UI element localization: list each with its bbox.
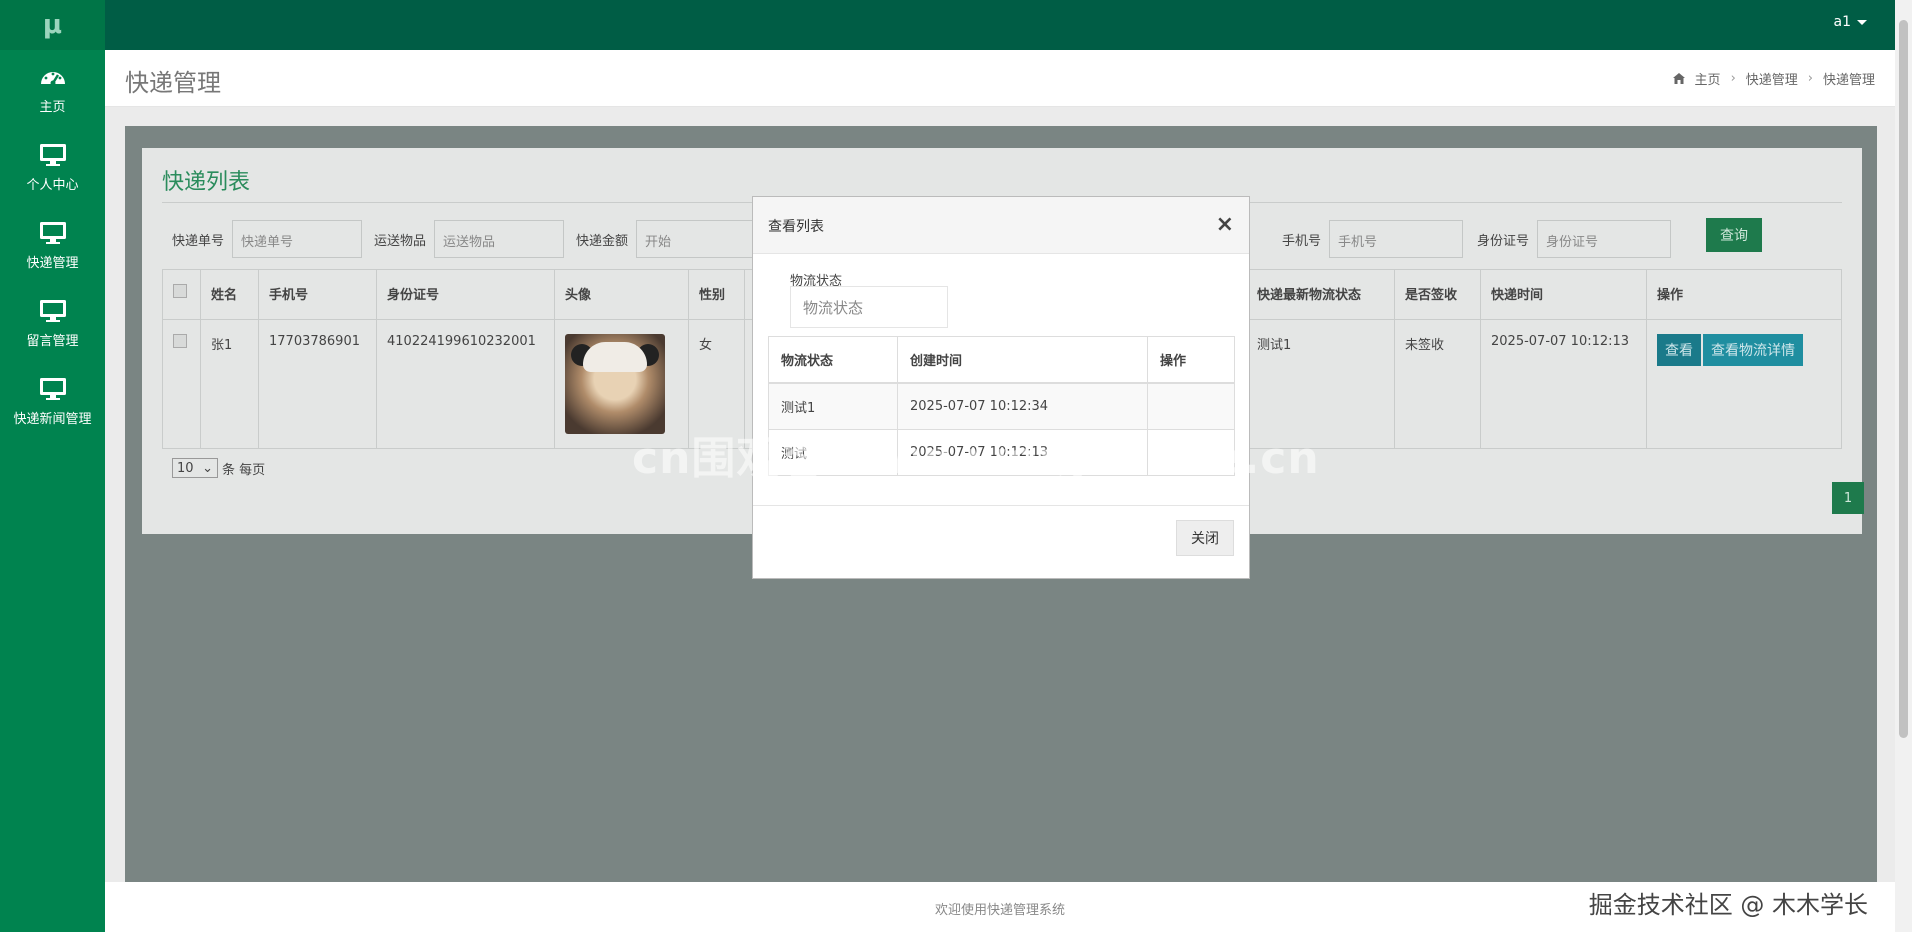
- top-bar: a1: [0, 0, 1912, 50]
- cell-phone: 17703786901: [258, 319, 377, 449]
- watermark: cn围观客www.weiguanke.cn: [632, 433, 1320, 484]
- monitor-icon: [39, 377, 66, 400]
- breadcrumb-current: 快递管理: [1822, 73, 1875, 88]
- select-all-checkbox[interactable]: [173, 284, 187, 298]
- dashboard-icon: [40, 71, 65, 85]
- modal-title: 查看列表: [768, 219, 824, 235]
- view-button[interactable]: 查看: [1657, 334, 1701, 366]
- filter-row: 快递单号 快递单号 运送物品 运送物品 快递金额 开始: [172, 220, 778, 258]
- scrollbar[interactable]: [1895, 0, 1912, 932]
- sidebar-item-home[interactable]: 主页: [0, 50, 105, 128]
- filter-row-right: 手机号 手机号 身份证号 身份证号: [1282, 220, 1685, 258]
- column-header: 物流状态: [768, 336, 898, 384]
- column-header: 身份证号: [376, 269, 555, 320]
- page-size-select[interactable]: 10 ⌄: [172, 458, 218, 478]
- column-header: 操作: [1147, 336, 1235, 384]
- goods-input[interactable]: 运送物品: [434, 220, 565, 258]
- breadcrumb: 主页 › 快递管理 › 快递管理: [1672, 69, 1875, 88]
- avatar: [565, 334, 665, 434]
- close-button[interactable]: 关闭: [1176, 520, 1234, 556]
- column-header: 快递最新物流状态: [1246, 269, 1395, 320]
- page-size-suffix: 条 每页: [222, 462, 266, 478]
- column-header: 快递时间: [1480, 269, 1647, 320]
- scrollbar-thumb[interactable]: [1899, 20, 1908, 738]
- panel-title: 快递列表: [162, 170, 251, 195]
- view-logistics-button[interactable]: 查看物流详情: [1703, 334, 1803, 366]
- id-card-input[interactable]: 身份证号: [1537, 220, 1672, 258]
- user-menu[interactable]: a1: [1833, 14, 1867, 30]
- caret-down-icon: [1857, 19, 1867, 25]
- search-button[interactable]: 查询: [1706, 218, 1762, 252]
- modal-header: 查看列表 ×: [753, 197, 1249, 254]
- view-list-modal: 查看列表 × 物流状态 物流状态 物流状态 创建时间 操作 测试1 2025-0…: [752, 196, 1250, 579]
- sidebar-item-label: 主页: [39, 99, 66, 115]
- sidebar-item-news[interactable]: 快递新闻管理: [0, 362, 105, 440]
- tracking-number-input[interactable]: 快递单号: [232, 220, 363, 258]
- filter-label: 快递单号: [172, 233, 225, 249]
- column-header: 头像: [554, 269, 689, 320]
- phone-input[interactable]: 手机号: [1329, 220, 1464, 258]
- monitor-icon: [39, 143, 66, 166]
- cell-id-card: 410224199610232001: [376, 319, 555, 449]
- footer-credit: 掘金技术社区 @ 木木学长: [1588, 891, 1868, 919]
- column-header: 性别: [688, 269, 745, 320]
- sidebar-item-label: 留言管理: [26, 333, 79, 349]
- monitor-icon: [39, 299, 66, 322]
- sidebar-item-profile[interactable]: 个人中心: [0, 128, 105, 206]
- amount-start-input[interactable]: 开始: [636, 220, 767, 258]
- breadcrumb-separator: ›: [1807, 71, 1813, 86]
- user-name: a1: [1833, 14, 1852, 30]
- table-header-row: 物流状态 创建时间 操作: [768, 336, 1235, 384]
- sidebar-item-messages[interactable]: 留言管理: [0, 284, 105, 362]
- column-header: 创建时间: [897, 336, 1148, 384]
- cell-name: 张1: [200, 319, 259, 449]
- sidebar-item-label: 个人中心: [26, 177, 79, 193]
- pagination-page[interactable]: 1: [1832, 482, 1864, 514]
- sidebar-item-express[interactable]: 快递管理: [0, 206, 105, 284]
- column-header: 操作: [1646, 269, 1842, 320]
- close-icon[interactable]: ×: [1216, 212, 1234, 237]
- breadcrumb-separator: ›: [1730, 71, 1736, 86]
- row-checkbox[interactable]: [173, 334, 187, 348]
- monitor-icon: [39, 221, 66, 244]
- sidebar-item-label: 快递新闻管理: [13, 411, 92, 427]
- sidebar: μ 主页 个人中心 快递管理 留言管理 快递新闻管理: [0, 0, 105, 932]
- logo: μ: [0, 0, 105, 50]
- page-size-control: 10 ⌄ 条 每页: [172, 458, 265, 478]
- page-title: 快递管理: [125, 69, 221, 97]
- chevron-down-icon: ⌄: [202, 460, 213, 476]
- footer: 欢迎使用快递管理系统 掘金技术社区 @ 木木学长: [105, 882, 1895, 932]
- breadcrumb-home-link[interactable]: 主页: [1695, 69, 1721, 88]
- cell-signed: 未签收: [1394, 319, 1481, 449]
- content-header: 快递管理 主页 › 快递管理 › 快递管理: [105, 50, 1895, 107]
- column-header: 是否签收: [1394, 269, 1481, 320]
- column-header: 姓名: [200, 269, 259, 320]
- cell-time: 2025-07-07 10:12:13: [1480, 319, 1647, 449]
- filter-label: 手机号: [1282, 233, 1322, 249]
- filter-label: 身份证号: [1477, 233, 1530, 249]
- filter-label: 快递金额: [576, 233, 629, 249]
- breadcrumb-link[interactable]: 快递管理: [1746, 69, 1798, 88]
- sidebar-item-label: 快递管理: [26, 255, 79, 271]
- modal-footer: 关闭: [753, 505, 1249, 580]
- filter-label: 运送物品: [374, 233, 427, 249]
- column-header: 手机号: [258, 269, 377, 320]
- status-input[interactable]: 物流状态: [790, 286, 948, 328]
- home-icon: [1672, 73, 1685, 84]
